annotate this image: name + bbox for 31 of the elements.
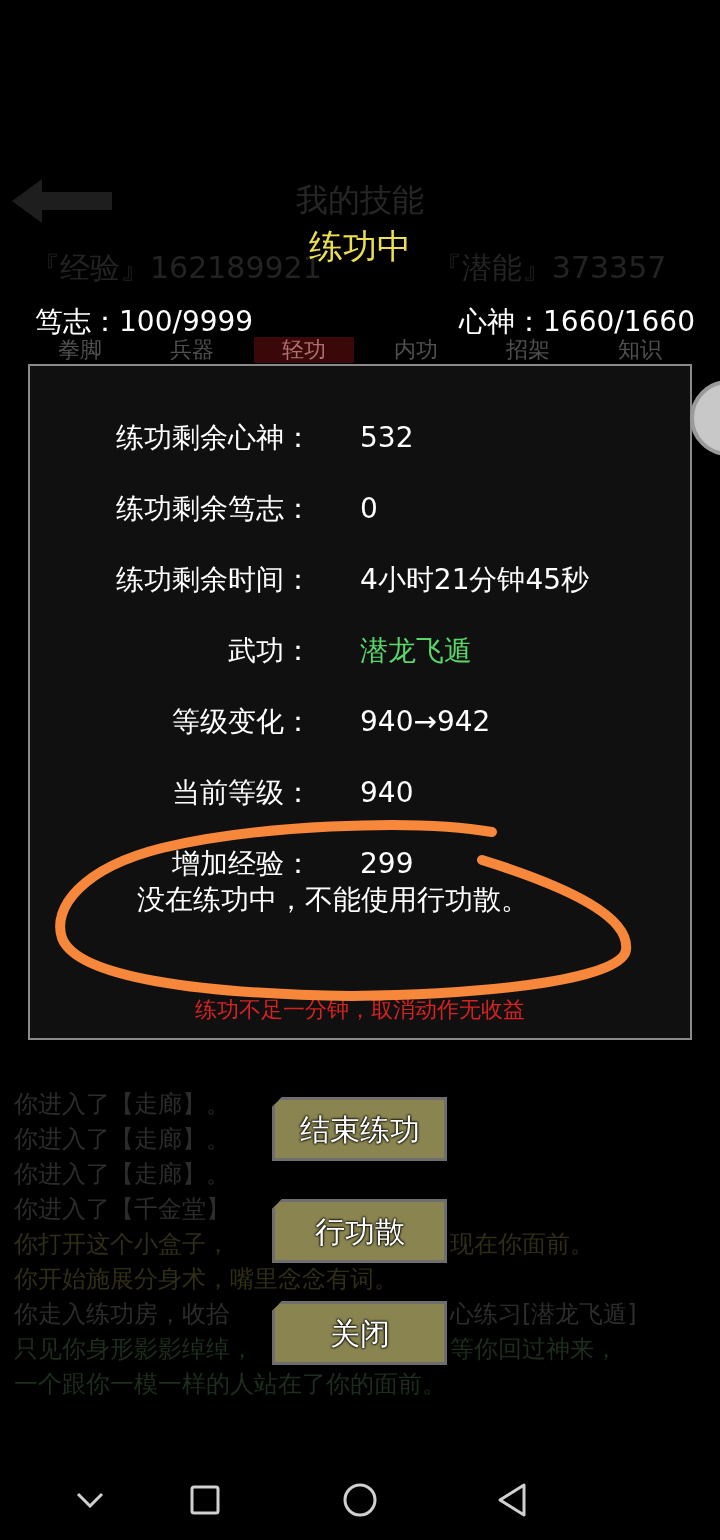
back-triangle-icon[interactable] (497, 1483, 527, 1517)
message-text: 没在练功中，不能使用行功散。 (137, 883, 529, 916)
action-button[interactable]: 行功散 (272, 1199, 447, 1263)
skill-tab[interactable]: 内功 (366, 337, 466, 363)
square-icon[interactable] (190, 1485, 220, 1515)
warning-text: 练功不足一分钟，取消动作无收益 (195, 996, 525, 1024)
field-label: 等级变化： (171, 703, 312, 740)
skill-tab[interactable]: 拳脚 (30, 337, 130, 363)
field-value: 4小时21分钟45秒 (360, 561, 590, 598)
field-value: 940→942 (360, 703, 491, 740)
field-value: 0 (360, 490, 378, 527)
stat-text: 心神：1660/1660 (459, 308, 695, 336)
skill-tab[interactable]: 兵器 (142, 337, 242, 363)
skill-tab[interactable]: 招架 (478, 337, 578, 363)
field-label: 增加经验： (171, 845, 312, 882)
action-button[interactable]: 结束练功 (272, 1097, 447, 1161)
stat-text: 笃志：100/9999 (35, 308, 254, 336)
circle-icon[interactable] (343, 1483, 377, 1517)
skill-tab[interactable]: 知识 (590, 337, 690, 363)
field-value: 299 (360, 845, 414, 882)
field-label: 练功剩余笃志： (115, 490, 312, 527)
field-label: 练功剩余时间： (115, 561, 312, 598)
field-label: 练功剩余心神： (115, 419, 312, 456)
field-value: 940 (360, 774, 414, 811)
field-value: 532 (360, 419, 414, 456)
field-label: 当前等级： (171, 774, 312, 811)
skill-tab[interactable]: 轻功 (254, 337, 354, 363)
field-label: 武功： (227, 632, 312, 669)
field-value: 潜龙飞遁 (360, 632, 472, 669)
action-button[interactable]: 关闭 (272, 1301, 447, 1365)
chevron-down-icon[interactable] (76, 1492, 104, 1508)
